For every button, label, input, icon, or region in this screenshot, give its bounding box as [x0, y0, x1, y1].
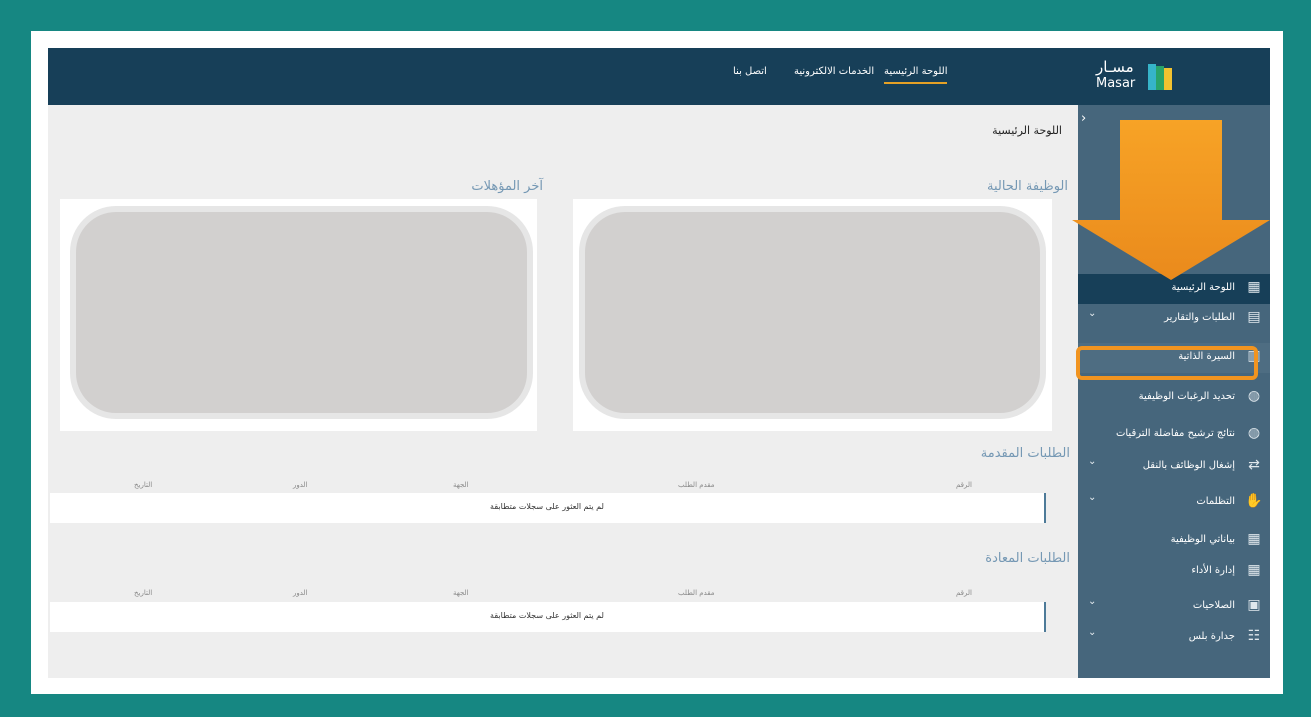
- latest-qualifications-title: آخر المؤهلات: [471, 179, 543, 194]
- sidebar-item-label: جدارة بلس: [1188, 631, 1235, 642]
- sidebar-item-label: نتائج ترشيح مفاضلة الترقيات: [1115, 428, 1235, 439]
- chevron-down-icon[interactable]: ⌄: [1088, 492, 1096, 503]
- highlight-box-annotation: [1076, 346, 1258, 380]
- nav-e-services[interactable]: الخدمات الالكترونية: [794, 66, 874, 77]
- latest-qualifications-card: [60, 199, 537, 431]
- sidebar-item-label: اللوحة الرئيسية: [1171, 282, 1235, 293]
- sidebar-item[interactable]: تحديد الرغبات الوظيفية ◍: [1078, 383, 1270, 413]
- latest-qualifications-placeholder: [76, 212, 527, 413]
- column-header-number: الرقم: [956, 481, 972, 489]
- column-header-date: التاريخ: [134, 589, 153, 597]
- user-check-icon: ◍: [1247, 425, 1261, 441]
- sidebar-item[interactable]: إشغال الوظائف بالنقل ⇄ ⌄: [1078, 452, 1270, 482]
- chevron-down-icon[interactable]: ⌄: [1088, 308, 1096, 319]
- empty-message: لم يتم العثور على سجلات متطابقة: [490, 502, 604, 511]
- logo-english-text: Masar: [1096, 76, 1136, 91]
- empty-message: لم يتم العثور على سجلات متطابقة: [490, 611, 604, 620]
- sidebar-item-label: تحديد الرغبات الوظيفية: [1138, 391, 1235, 402]
- nav-dashboard[interactable]: اللوحة الرئيسية: [884, 66, 948, 84]
- job-data-icon: ▦: [1247, 531, 1261, 547]
- sidebar-item[interactable]: التظلمات ✋ ⌄: [1078, 488, 1270, 518]
- nav-contact-us[interactable]: اتصل بنا: [733, 66, 767, 77]
- sidebar-item-label: التظلمات: [1196, 496, 1235, 507]
- sidebar-item-label: الطلبات والتقارير: [1164, 312, 1235, 323]
- column-header-entity: الجهة: [453, 589, 469, 597]
- sidebar-item[interactable]: جدارة بلس ☷ ⌄: [1078, 623, 1270, 653]
- transfer-icon: ⇄: [1248, 457, 1260, 473]
- column-header-role: الدور: [293, 589, 308, 597]
- submitted-requests-empty-row: لم يتم العثور على سجلات متطابقة: [50, 493, 1046, 523]
- current-job-placeholder: [585, 212, 1040, 413]
- chevron-down-icon[interactable]: ⌄: [1088, 596, 1096, 607]
- sidebar-item[interactable]: إدارة الأداء ▦: [1078, 557, 1270, 587]
- requests-icon: ▤: [1247, 309, 1261, 325]
- sidebar-item[interactable]: الطلبات والتقارير ▤ ⌄: [1078, 304, 1270, 334]
- performance-icon: ▦: [1247, 562, 1261, 578]
- permissions-icon: ▣: [1247, 597, 1261, 613]
- top-bar: مسـار Masar اللوحة الرئيسية الخدمات الال…: [48, 48, 1270, 105]
- current-job-title: الوظيفة الحالية: [986, 179, 1068, 194]
- column-header-number: الرقم: [956, 589, 972, 597]
- logo-arabic-text: مسـار: [1096, 58, 1134, 76]
- sidebar-item[interactable]: نتائج ترشيح مفاضلة الترقيات ◍: [1078, 420, 1270, 450]
- current-job-card: [573, 199, 1052, 431]
- user-settings-icon: ◍: [1247, 388, 1261, 404]
- page-title: اللوحة الرئيسية: [992, 124, 1062, 137]
- hand-icon: ✋: [1245, 493, 1263, 509]
- column-header-entity: الجهة: [453, 481, 469, 489]
- chevron-down-icon[interactable]: ⌄: [1088, 456, 1096, 467]
- column-header-role: الدور: [293, 481, 308, 489]
- column-header-date: التاريخ: [134, 481, 153, 489]
- sidebar-item[interactable]: الصلاحيات ▣ ⌄: [1078, 592, 1270, 622]
- sidebar-item-label: إدارة الأداء: [1191, 565, 1235, 576]
- chevron-down-icon[interactable]: ⌄: [1088, 627, 1096, 638]
- returned-requests-title: الطلبات المعادة: [985, 551, 1070, 566]
- column-header-requester: مقدم الطلب: [678, 481, 715, 489]
- submitted-requests-title: الطلبات المقدمة: [980, 446, 1070, 461]
- returned-requests-empty-row: لم يتم العثور على سجلات متطابقة: [50, 602, 1046, 632]
- sidebar-item-label: بياناتي الوظيفية: [1170, 534, 1235, 545]
- logo-mark-icon: [1148, 64, 1172, 90]
- column-header-requester: مقدم الطلب: [678, 589, 715, 597]
- down-arrow-annotation-icon: [1072, 120, 1270, 280]
- sidebar-item-label: الصلاحيات: [1192, 600, 1235, 611]
- sidebar-item-label: إشغال الوظائف بالنقل: [1142, 460, 1235, 471]
- people-icon: ☷: [1247, 628, 1261, 644]
- masar-logo[interactable]: مسـار Masar: [1096, 58, 1176, 94]
- dashboard-icon: ▦: [1247, 279, 1261, 295]
- sidebar-item[interactable]: بياناتي الوظيفية ▦: [1078, 526, 1270, 556]
